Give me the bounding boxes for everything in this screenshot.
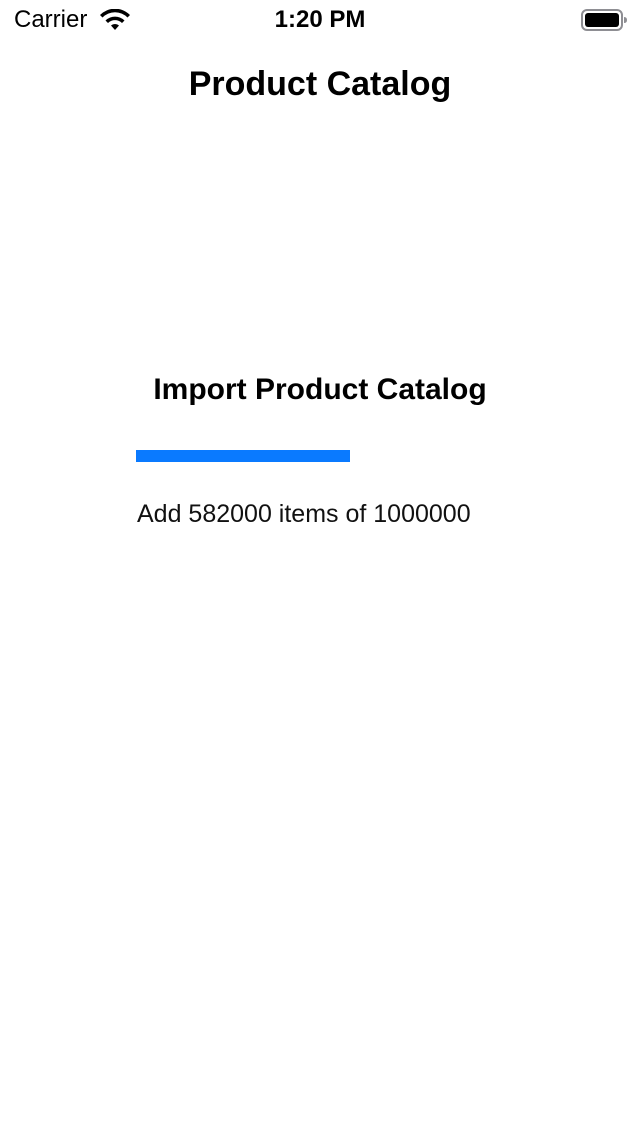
import-progress-bar xyxy=(136,450,504,462)
import-status-text: Add 582000 items of 1000000 xyxy=(137,500,471,528)
status-bar: Carrier 1:20 PM xyxy=(0,0,640,40)
nav-title: Product Catalog xyxy=(188,65,452,103)
import-title: Import Product Catalog xyxy=(153,373,487,406)
status-time: 1:20 PM xyxy=(274,6,366,33)
import-progress-fill xyxy=(136,450,351,462)
battery-icon xyxy=(581,9,627,31)
